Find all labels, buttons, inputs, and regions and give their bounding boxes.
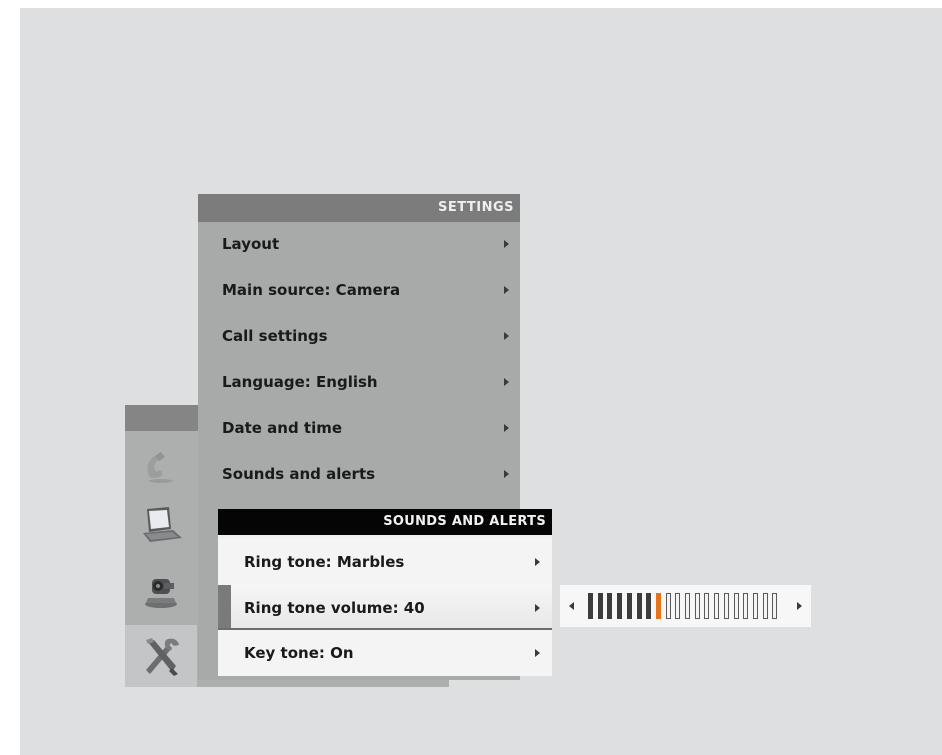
volume-tick	[723, 593, 729, 619]
menu-item-label: Date and time	[222, 419, 343, 437]
menu-item-ring-tone-volume[interactable]: Ring tone volume: 40	[218, 585, 552, 631]
volume-tick	[704, 593, 710, 619]
chevron-right-icon	[504, 240, 509, 248]
menu-item-ring-tone[interactable]: Ring tone: Marbles	[218, 539, 552, 585]
volume-tick	[685, 593, 690, 619]
volume-tick	[762, 593, 768, 619]
volume-tick	[617, 593, 623, 619]
menu-item-label: Layout	[222, 235, 280, 253]
chevron-right-icon	[535, 604, 540, 612]
menu-item-call-settings[interactable]: Call settings	[198, 314, 520, 358]
menu-item-label: Sounds and alerts	[222, 465, 376, 483]
volume-tick	[772, 593, 778, 619]
volume-tick	[743, 593, 749, 619]
volume-tick	[694, 593, 700, 619]
menu-item-main-source[interactable]: Main source: Camera	[198, 268, 520, 312]
camera-icon[interactable]	[125, 565, 197, 617]
menu-item-language[interactable]: Language: English	[198, 360, 520, 404]
phone-icon[interactable]	[125, 441, 197, 493]
menu-item-label: Ring tone volume: 40	[244, 599, 425, 617]
chevron-right-icon	[504, 378, 509, 386]
laptop-icon[interactable]	[125, 499, 197, 551]
sounds-and-alerts-header: SOUNDS AND ALERTS	[218, 509, 552, 535]
tools-icon[interactable]	[125, 625, 197, 687]
menu-item-label: Main source: Camera	[222, 281, 401, 299]
increase-arrow-icon[interactable]	[797, 602, 802, 610]
volume-ticks	[588, 593, 784, 619]
volume-tick	[733, 593, 739, 619]
volume-tick	[665, 593, 671, 619]
volume-tick	[636, 593, 642, 619]
chevron-right-icon	[535, 649, 540, 657]
volume-tick	[626, 593, 632, 619]
selection-indicator	[218, 585, 231, 628]
volume-tick	[588, 593, 593, 619]
volume-tick	[607, 593, 613, 619]
menu-item-layout[interactable]: Layout	[198, 222, 520, 266]
chevron-right-icon	[504, 424, 509, 432]
menu-item-label: Language: English	[222, 373, 378, 391]
menu-item-date-and-time[interactable]: Date and time	[198, 406, 520, 450]
ring-tone-volume-slider[interactable]	[560, 585, 811, 627]
volume-tick	[714, 593, 720, 619]
volume-tick	[597, 593, 603, 619]
chevron-right-icon	[535, 558, 540, 566]
menu-item-key-tone[interactable]: Key tone: On	[218, 630, 552, 676]
chevron-right-icon	[504, 470, 509, 478]
volume-tick	[646, 593, 652, 619]
decrease-arrow-icon[interactable]	[569, 602, 574, 610]
chevron-right-icon	[504, 286, 509, 294]
volume-tick	[675, 593, 681, 619]
menu-item-label: Key tone: On	[244, 644, 354, 662]
volume-tick	[752, 593, 758, 619]
menu-item-sounds-and-alerts[interactable]: Sounds and alerts	[198, 452, 520, 496]
menu-item-label: Call settings	[222, 327, 328, 345]
chevron-right-icon	[504, 332, 509, 340]
settings-header: SETTINGS	[198, 194, 520, 222]
menu-item-label: Ring tone: Marbles	[244, 553, 405, 571]
sounds-and-alerts-menu: SOUNDS AND ALERTS Ring tone: Marbles Rin…	[218, 509, 552, 676]
volume-tick	[655, 593, 661, 619]
